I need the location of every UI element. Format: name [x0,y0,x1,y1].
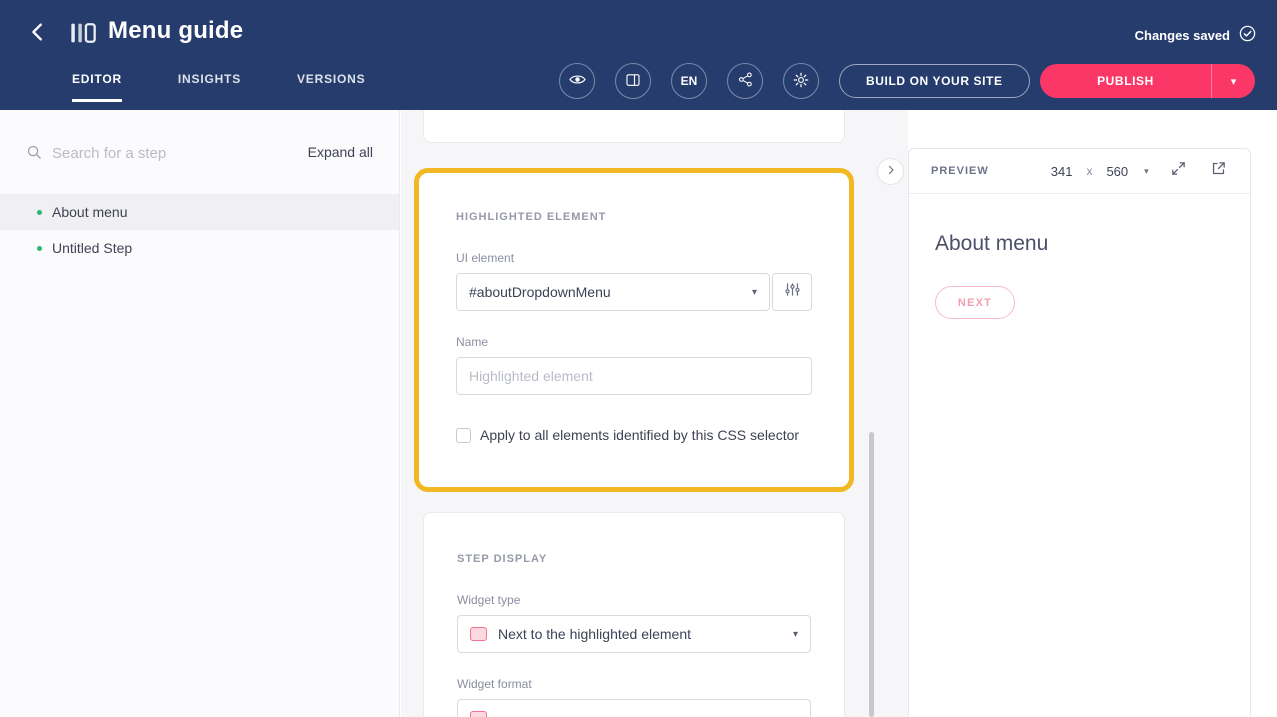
step-search-input[interactable] [52,140,252,166]
preview-body: About menu NEXT [909,194,1250,357]
widget-type-value: Next to the highlighted element [498,626,691,642]
page-title: Menu guide [108,17,243,45]
fullscreen-button[interactable] [1168,161,1188,181]
share-button[interactable] [727,63,763,99]
chevron-down-icon: ▾ [1144,166,1149,177]
build-on-your-site-button[interactable]: BUILD ON YOUR SITE [839,64,1030,98]
preview-header: PREVIEW 341 x 560 ▾ [909,149,1250,194]
publish-dropdown-button[interactable]: ▾ [1211,64,1255,98]
preview-title: PREVIEW [931,165,989,177]
tab-insights[interactable]: INSIGHTS [178,72,241,102]
language-button[interactable]: EN [671,63,707,99]
search-icon [26,144,43,166]
highlighted-element-name-input[interactable] [456,357,812,395]
layout-button[interactable] [615,63,651,99]
gear-icon [792,71,810,92]
tab-versions[interactable]: VERSIONS [297,72,365,102]
section-title-highlighted-element: HIGHLIGHTED ELEMENT [456,211,812,223]
sidebar-item-about-menu[interactable]: About menu [0,194,399,230]
preview-height-value: 560 [1106,164,1128,179]
selector-settings-button[interactable] [772,273,812,311]
top-header: Menu guide Changes saved EDITOR INSIGHTS… [0,0,1277,110]
header-toolbar: EN [559,63,819,99]
widget-type-label: Widget type [457,593,811,607]
steps-sidebar: Expand all About menu Untitled Step [0,110,400,717]
sidebar-search-row: Expand all [0,110,399,194]
apply-to-all-checkbox[interactable] [456,428,471,443]
preview-step-title: About menu [935,232,1224,256]
preview-panel: PREVIEW 341 x 560 ▾ [908,148,1251,717]
chevron-down-icon: ▾ [1231,75,1237,88]
open-in-new-tab-button[interactable] [1208,161,1228,181]
previous-card-partial [423,110,845,143]
apply-to-all-label: Apply to all elements identified by this… [480,427,799,443]
eye-icon [568,70,587,92]
publish-button-group: PUBLISH ▾ [1040,64,1255,98]
editor-main-area: HIGHLIGHTED ELEMENT UI element #aboutDro… [401,110,908,717]
language-label: EN [681,74,698,88]
chevron-right-icon [885,163,897,181]
expand-all-link[interactable]: Expand all [308,144,373,160]
check-circle-icon [1238,24,1257,46]
ui-element-value: #aboutDropdownMenu [469,284,611,300]
step-label: Untitled Step [52,240,132,256]
settings-button[interactable] [783,63,819,99]
publish-button[interactable]: PUBLISH [1040,64,1211,98]
step-display-card: STEP DISPLAY Widget type Next to the hig… [423,512,845,717]
chevron-left-icon [27,21,49,48]
share-icon [737,71,754,91]
preview-next-button[interactable]: NEXT [935,286,1015,319]
preview-eye-button[interactable] [559,63,595,99]
widget-shape-icon [470,711,487,717]
external-link-icon [1210,160,1227,182]
sliders-icon [784,281,801,303]
app-root: Menu guide Changes saved EDITOR INSIGHTS… [0,0,1277,717]
widget-format-select[interactable] [457,699,811,717]
editor-scrollbar[interactable] [869,432,874,717]
step-status-dot [37,210,42,215]
size-separator: x [1086,164,1092,178]
preview-size-selector[interactable]: 341 x 560 ▾ [1051,164,1149,179]
step-label: About menu [52,204,128,220]
ui-element-select[interactable]: #aboutDropdownMenu ▾ [456,273,770,311]
changes-saved-status: Changes saved [1135,24,1257,46]
layout-columns-icon [624,71,642,92]
widget-shape-icon [470,627,487,641]
widget-format-label: Widget format [457,677,811,691]
expand-icon [1170,160,1187,182]
section-title-step-display: STEP DISPLAY [457,553,811,565]
sidebar-item-untitled-step[interactable]: Untitled Step [0,230,399,266]
app-logo-icon [68,18,98,48]
widget-type-select[interactable]: Next to the highlighted element ▾ [457,615,811,653]
preview-header-icons [1168,161,1228,181]
changes-saved-label: Changes saved [1135,28,1230,43]
name-label: Name [456,335,812,349]
apply-to-all-row: Apply to all elements identified by this… [456,427,812,443]
header-tabs: EDITOR INSIGHTS VERSIONS [72,72,365,102]
tab-editor[interactable]: EDITOR [72,72,122,102]
highlighted-element-card: HIGHLIGHTED ELEMENT UI element #aboutDro… [414,168,854,492]
chevron-down-icon: ▾ [793,629,798,640]
step-status-dot [37,246,42,251]
chevron-down-icon: ▾ [752,287,757,298]
ui-element-label: UI element [456,251,812,265]
collapse-preview-button[interactable] [877,158,904,185]
preview-width-value: 341 [1051,164,1073,179]
back-button[interactable] [24,20,52,48]
